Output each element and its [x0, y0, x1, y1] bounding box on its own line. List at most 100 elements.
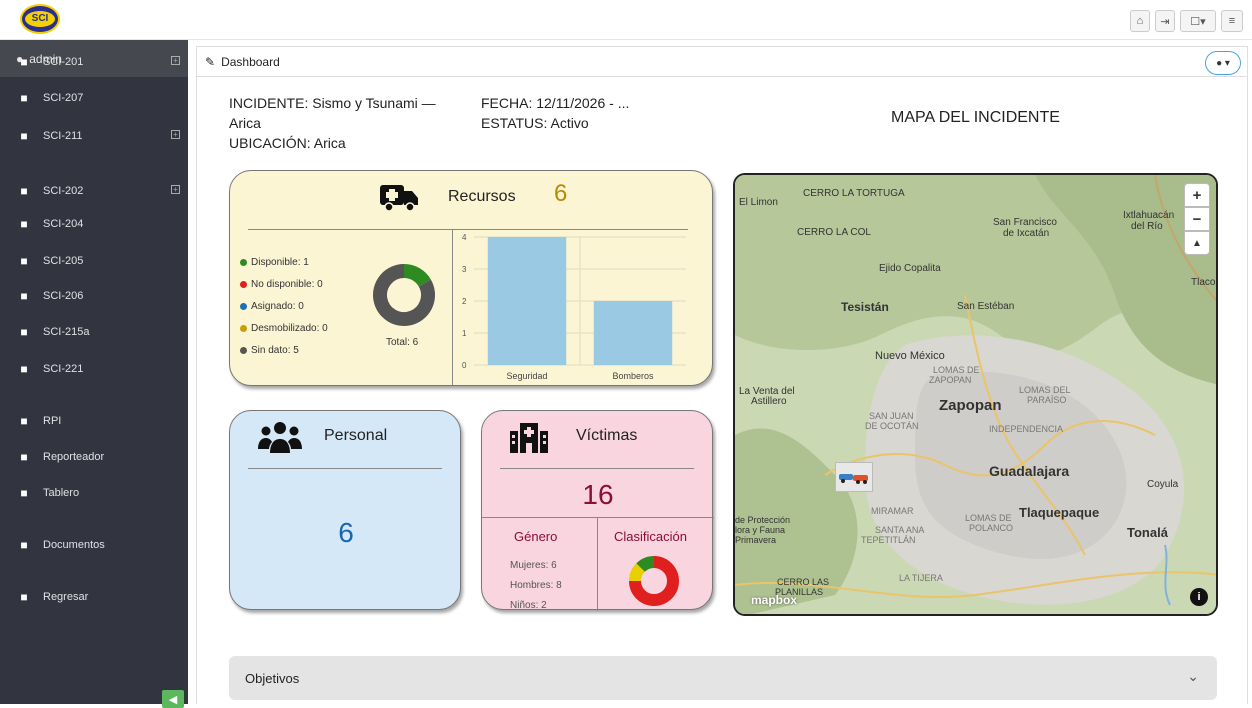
sidebar-item-sci-202[interactable]: ■ SCI-202 + [0, 176, 188, 206]
table-icon: ■ [20, 129, 28, 143]
sidebar-item-regresar[interactable]: ■ Regresar [0, 582, 188, 612]
vehicles-icon [839, 474, 868, 484]
divider [248, 468, 442, 469]
sidebar-item-label: SCI-205 [43, 255, 84, 267]
collapse-sidebar-button[interactable]: ◀ [162, 690, 184, 708]
sidebar-item-tablero[interactable]: ■ Tablero [0, 478, 188, 508]
bar-seguridad[interactable] [487, 237, 567, 365]
main-panel: ✎ Dashboard ● ▾ INCIDENTE: Sismo y Tsuna… [196, 46, 1248, 704]
genero-hombres: Hombres: 8 [510, 580, 562, 591]
users-icon [258, 419, 302, 455]
sidebar-item-reporteador[interactable]: ■ Reporteador [0, 442, 188, 472]
map-label: Ejido Copalita [879, 263, 941, 274]
map-label: Primavera [735, 535, 777, 545]
sidebar-item-label: Regresar [43, 591, 89, 603]
donut-segment [629, 563, 646, 582]
map-label: SAN JUAN [869, 411, 914, 421]
recursos-bar-chart: 0 1 2 3 4 Seguridad Bomberos [462, 233, 686, 381]
sidebar-item-rpi[interactable]: ■ RPI [0, 406, 188, 436]
recursos-count: 6 [554, 180, 568, 207]
sidebar-item-label: SCI-215a [43, 326, 90, 338]
window-menu-button[interactable]: ☐▾ [1180, 10, 1216, 32]
expand-icon[interactable]: + [171, 185, 180, 194]
map-label: de Protección [735, 515, 791, 525]
sidebar-item-label: RPI [43, 415, 62, 427]
sidebar-item-sci-204[interactable]: ■ SCI-204 [0, 209, 188, 239]
divider [248, 229, 688, 230]
ambulance-icon [378, 181, 420, 213]
sitemap-icon: ■ [20, 289, 28, 303]
sidebar-item-sci-205[interactable]: ■ SCI-205 [0, 246, 188, 276]
map-label: POLANCO [969, 523, 1014, 533]
incident-date: FECHA: 12/11/2026 - ... [481, 95, 630, 111]
objetivos-accordion[interactable]: Objetivos ⌄ [229, 656, 1217, 700]
sidebar-item-sci-207[interactable]: ■ SCI-207 [0, 83, 188, 113]
compass-button[interactable]: ▲ [1184, 231, 1210, 255]
y-tick-label: 0 [462, 361, 467, 370]
sidebar-item-sci-201[interactable]: ■ SCI-201 + [0, 47, 188, 77]
sidebar: ● admin ■ SCI-201 + ■ SCI-207 ■ SCI-211 + ■ SCI-20… [0, 40, 188, 708]
attribution-button[interactable]: i [1190, 588, 1208, 606]
zoom-in-button[interactable]: + [1184, 183, 1210, 207]
expand-icon[interactable]: + [171, 56, 180, 65]
map-label: LOMAS DE [933, 365, 980, 375]
rss-icon: ■ [20, 254, 28, 268]
clasificacion-donut [629, 556, 679, 606]
legend-swatch [240, 259, 247, 266]
sidebar-item-label: Tablero [43, 487, 80, 499]
language-button[interactable]: ● ▾ [1205, 51, 1241, 75]
y-tick-label: 4 [462, 233, 467, 242]
divider [597, 517, 598, 611]
map-label: TEPETITLÁN [861, 535, 916, 545]
sidebar-item-sci-206[interactable]: ■ SCI-206 [0, 281, 188, 311]
map-label: Zapopan [939, 397, 1002, 414]
top-navbar: SCI ⌂ ⇥ ☐▾ ≡ [0, 0, 1252, 40]
y-tick-label: 1 [462, 329, 467, 338]
donut-segment [636, 556, 655, 573]
incident-status-info: FECHA: 12/11/2026 - ... ESTATUS: Activo [481, 93, 701, 133]
zoom-out-button[interactable]: − [1184, 207, 1210, 231]
compass-icon: ■ [20, 217, 28, 231]
genero-mujeres: Mujeres: 6 [510, 560, 557, 571]
genero-ninos: Niños: 2 [510, 600, 547, 611]
legend-item: Desmobilizado: 0 [240, 323, 328, 334]
file-icon: ■ [20, 538, 28, 552]
breadcrumb: ✎ Dashboard [197, 47, 1247, 77]
sidebar-item-sci-221[interactable]: ■ SCI-221 [0, 354, 188, 384]
victimas-card: Víctimas 16 Género Clasificación Mujeres… [481, 410, 714, 611]
sidebar-item-documentos[interactable]: ■ Documentos [0, 530, 188, 560]
divider [452, 229, 453, 385]
sidebar-item-label: SCI-202 [43, 185, 84, 197]
incident-marker[interactable] [835, 462, 873, 492]
y-tick-label: 3 [462, 265, 467, 274]
victimas-title: Víctimas [576, 427, 638, 444]
sidebar-item-label: SCI-204 [43, 218, 84, 230]
bar-bomberos[interactable] [593, 301, 673, 365]
map-label: lora y Fauna [735, 525, 786, 535]
breadcrumb-label: Dashboard [221, 54, 280, 69]
sci-logo[interactable]: SCI [20, 4, 60, 34]
chevron-down-icon: ⌄ [1187, 668, 1199, 684]
legend-swatch [240, 281, 247, 288]
expand-icon[interactable]: + [171, 130, 180, 139]
map-label: Nuevo México [875, 350, 945, 362]
hamburger-menu-button[interactable]: ≡ [1221, 10, 1243, 32]
map-label: San Francisco [993, 217, 1057, 228]
incident-name-cont: Arica [229, 115, 261, 131]
map-label: LA TIJERA [899, 573, 943, 583]
x-tick-label: Seguridad [506, 371, 547, 381]
recursos-title: Recursos [448, 188, 516, 205]
legend-label: Sin dato: 5 [251, 345, 299, 356]
map-label: CERRO LAS [777, 577, 830, 587]
sidebar-item-sci-211[interactable]: ■ SCI-211 + [0, 121, 188, 151]
sidebar-item-label: SCI-207 [43, 92, 84, 104]
genero-label: Género [514, 529, 558, 544]
file-icon: ■ [20, 414, 28, 428]
home-button[interactable]: ⌂ [1130, 10, 1150, 32]
map-label: de Ixcatán [1003, 228, 1050, 239]
incident-status: ESTATUS: Activo [481, 115, 589, 131]
map-label: LOMAS DE [965, 513, 1012, 523]
sidebar-item-sci-215a[interactable]: ■ SCI-215a [0, 317, 188, 347]
logout-button[interactable]: ⇥ [1155, 10, 1175, 32]
incident-map[interactable]: CERRO LA TORTUGA El Limon CERRO LA COL S… [733, 173, 1218, 616]
